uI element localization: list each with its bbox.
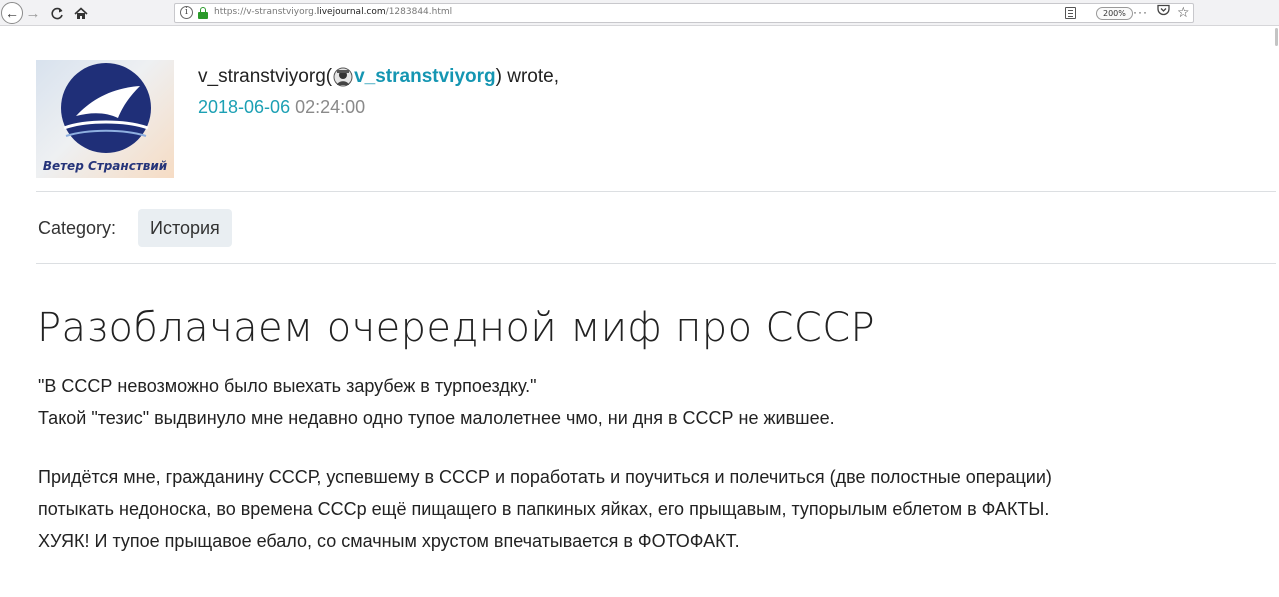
category-tag[interactable]: История (138, 209, 232, 247)
avatar-caption: Ветер Странствий (42, 159, 168, 173)
scrollbar-thumb[interactable] (1275, 28, 1278, 46)
post-datetime: 2018-06-06 02:24:00 (198, 97, 365, 118)
wind-logo-icon (61, 63, 151, 153)
post-line: Придётся мне, гражданину СССР, успевшему… (38, 467, 1052, 487)
info-icon[interactable]: i (180, 6, 193, 19)
author-avatar[interactable]: Ветер Странствий (36, 60, 174, 178)
date-link[interactable]: 2018-06-06 (198, 97, 290, 117)
author-username: v_stranstviyorg (198, 66, 326, 87)
post-time: 02:24:00 (290, 97, 366, 117)
user-icon[interactable] (333, 67, 353, 87)
byline-paren: ( (325, 66, 333, 87)
more-icon[interactable]: ··· (1133, 5, 1148, 19)
zoom-badge[interactable]: 200% (1096, 7, 1133, 20)
post-line: "В СССР невозможно было выехать зарубеж … (38, 376, 537, 396)
post-line: ХУЯК! И тупое прыщавое ебало, со смачным… (38, 531, 740, 551)
post-title: Разоблачаем очередной миф про СССР (37, 305, 876, 351)
post-byline: v_stranstviyorg ( v_stranstviyorg ) wrot… (198, 66, 559, 88)
category-label: Category: (38, 218, 117, 238)
reload-icon[interactable] (49, 3, 65, 23)
browser-toolbar: ← → i https://v-stranstviyorg.livejourna… (0, 0, 1279, 26)
back-arrow-icon[interactable]: ← (1, 2, 23, 24)
url-bar[interactable]: i https://v-stranstviyorg.livejournal.co… (174, 3, 1194, 23)
reader-view-icon[interactable] (1065, 7, 1076, 19)
byline-wrote: ) wrote, (495, 66, 559, 87)
lock-icon[interactable] (198, 7, 208, 19)
forward-arrow-icon[interactable]: → (25, 3, 41, 23)
post-line: потыкать недоноска, во времена СССр ещё … (38, 499, 1050, 519)
scrollbar[interactable] (1273, 26, 1279, 597)
home-icon[interactable] (72, 3, 90, 23)
divider (36, 263, 1276, 264)
journal-link[interactable]: v_stranstviyorg (354, 66, 496, 88)
pocket-icon[interactable] (1157, 4, 1170, 19)
bookmark-star-icon[interactable]: ☆ (1177, 4, 1190, 21)
url-text[interactable]: https://v-stranstviyorg.livejournal.com/… (214, 7, 452, 17)
post-line: Такой "тезис" выдвинуло мне недавно одно… (38, 408, 835, 428)
divider (36, 191, 1276, 192)
